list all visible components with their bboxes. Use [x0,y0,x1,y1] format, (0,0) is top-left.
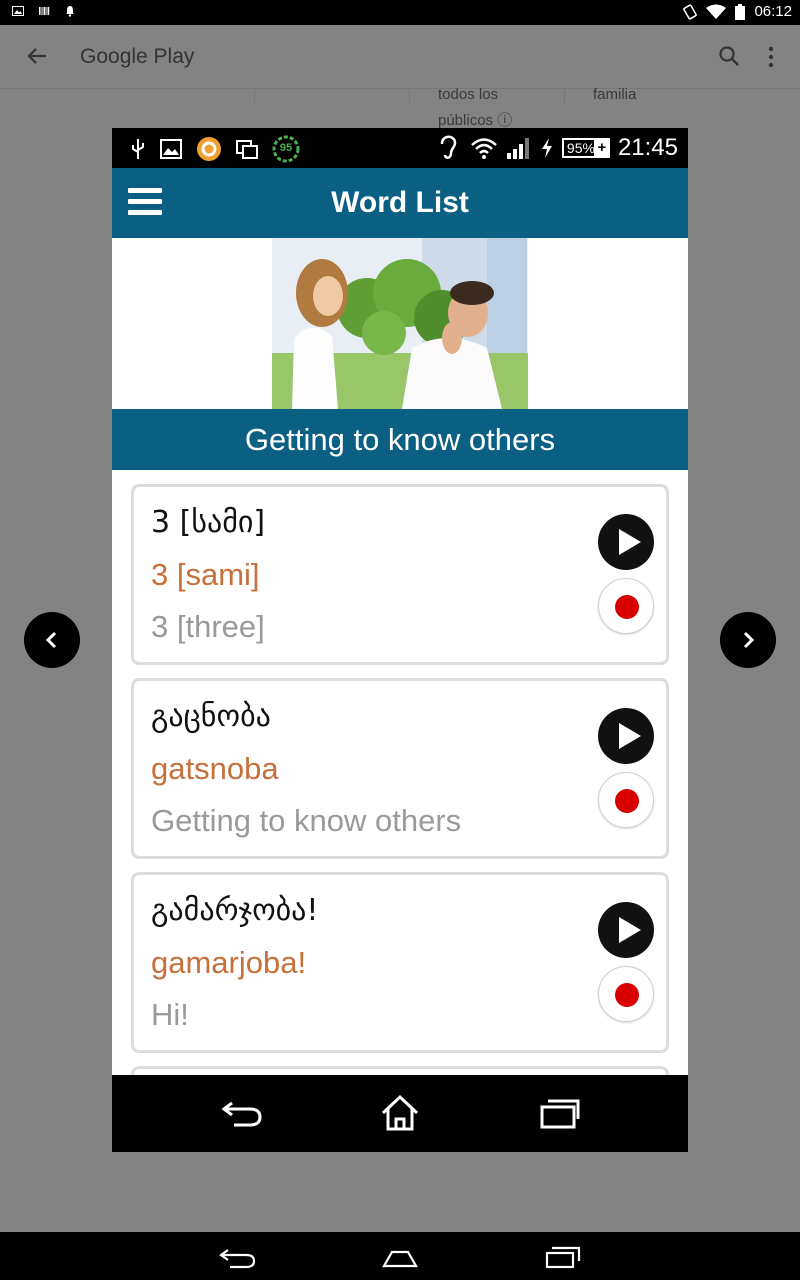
word-card[interactable]: 3 [სამი] 3 [sami] 3 [three] [131,484,669,665]
category-text: familia [593,86,637,103]
hero-banner [112,238,688,409]
recent-apps-icon[interactable] [538,1093,582,1133]
transliteration: gatsnoba [151,751,279,786]
more-options-icon[interactable] [766,45,776,69]
store-app-bar: Google Play [0,25,800,89]
rating-text-info: públicos ⓘ [438,112,513,129]
word-list: 3 [სამი] 3 [sami] 3 [three] გაცნობა gats… [112,470,688,1096]
usb-icon [132,139,144,159]
divider [564,89,565,105]
outer-status-bar: 06:12 [0,0,800,25]
divider [254,89,255,105]
bell-notification-icon [66,6,74,17]
search-icon[interactable] [718,45,740,67]
outer-navigation-bar [0,1232,800,1280]
outer-clock: 06:12 [754,3,792,20]
badge-95-icon: 95 [272,135,300,163]
english-translation: Getting to know others [151,803,462,838]
word-card[interactable]: გამარჯობა! gamarjoba! Hi! [131,872,669,1053]
divider [409,89,410,105]
badge-text: 95 [279,142,293,154]
record-button[interactable] [598,578,654,634]
hearing-aid-icon [440,135,457,159]
previous-screenshot-button[interactable] [24,612,80,668]
inner-clock: 21:45 [617,134,678,161]
store-title: Google Play [80,45,195,68]
barcode-notification-icon [39,7,50,15]
native-word: გამარჯობა! [151,893,319,928]
word-card[interactable]: გაცნობა gatsnoba Getting to know others [131,678,669,859]
couple-photo [272,238,528,409]
home-icon[interactable] [378,1093,422,1133]
back-icon[interactable] [220,1093,264,1133]
battery-indicator: 95% + [561,138,610,158]
recent-apps-icon[interactable] [543,1244,583,1270]
gallery-icon [160,139,182,159]
record-button[interactable] [598,772,654,828]
chevron-right-icon [743,631,755,649]
chevron-left-icon [45,631,57,649]
charging-icon [541,138,552,158]
app-screenshot: 95 95% + 21:45 Word List Getting to know… [112,128,688,1152]
app-notification-icon [197,137,221,161]
app-title: Word List [331,186,469,219]
next-screenshot-button[interactable] [720,612,776,668]
native-word: 3 [სამი] [151,505,266,540]
transliteration: 3 [sami] [151,557,260,592]
inner-navigation-bar [112,1075,688,1152]
inner-status-bar: 95 95% + 21:45 [112,128,688,168]
rotation-icon [683,3,698,20]
english-translation: 3 [three] [151,609,265,644]
record-button[interactable] [598,966,654,1022]
english-translation: Hi! [151,997,189,1032]
signal-icon [506,138,529,159]
play-audio-button[interactable] [598,514,654,570]
section-title: Getting to know others [112,409,688,470]
image-notification-icon [12,6,24,16]
rating-text: todos los [438,86,499,103]
home-icon[interactable] [380,1244,420,1270]
screens-icon [236,140,258,159]
battery-icon [735,3,746,20]
wifi-icon [471,138,497,159]
native-word: გაცნობა [151,699,271,734]
back-icon[interactable] [218,1244,258,1270]
transliteration: gamarjoba! [151,945,307,980]
battery-plus-icon: + [593,138,610,158]
wifi-icon [706,4,727,19]
play-audio-button[interactable] [598,902,654,958]
play-audio-button[interactable] [598,708,654,764]
back-arrow-icon[interactable] [24,43,50,69]
app-bar: Word List [112,168,688,238]
